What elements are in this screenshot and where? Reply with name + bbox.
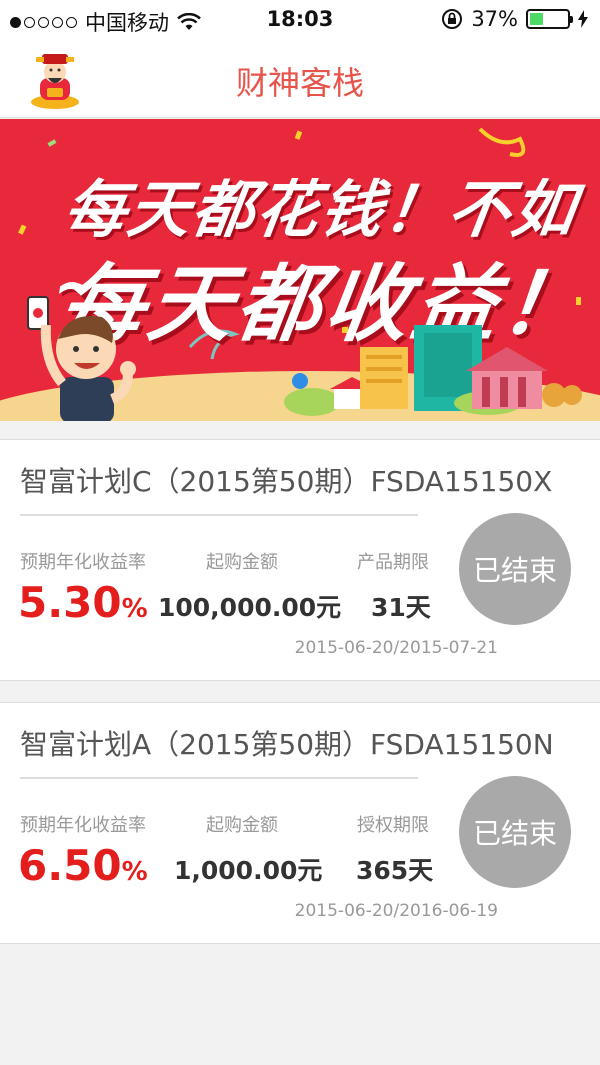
term-value: 31天 — [371, 593, 431, 622]
rate-unit: % — [121, 857, 148, 887]
rotation-lock-icon — [442, 9, 463, 29]
app-header: 财神客栈 — [0, 40, 600, 118]
rate-number: 6.50 — [18, 841, 122, 890]
product-title: 智富计划A（2015第50期）FSDA15150N — [20, 728, 554, 761]
page-title: 财神客栈 — [235, 64, 364, 102]
status-badge[interactable]: 已结束 — [459, 776, 571, 888]
term-value: 365天 — [356, 856, 434, 885]
amount-value: 1,000.00元 — [174, 856, 323, 885]
cartoon-man-illustration — [27, 296, 136, 421]
status-bar: 中国移动 18:03 37% — [0, 0, 600, 40]
rate-number: 5.30 — [18, 578, 122, 627]
amount-label: 起购金额 — [206, 552, 278, 573]
rate-unit: % — [121, 594, 148, 624]
rate-value: 5.30% — [18, 578, 148, 627]
amount-label: 起购金额 — [206, 815, 278, 836]
amount-value: 100,000.00元 — [158, 593, 342, 622]
charging-icon — [578, 10, 588, 28]
product-title: 智富计划C（2015第50期）FSDA15150X — [20, 465, 553, 498]
rate-label: 预期年化收益率 — [20, 815, 146, 836]
card-divider — [20, 777, 418, 779]
rate-label: 预期年化收益率 — [20, 552, 146, 573]
product-card[interactable]: 智富计划A（2015第50期）FSDA15150N 预期年化收益率 起购金额 授… — [0, 702, 600, 944]
term-label: 授权期限 — [357, 815, 429, 836]
battery-icon — [526, 9, 573, 29]
product-card[interactable]: 智富计划C（2015第50期）FSDA15150X 预期年化收益率 起购金额 产… — [0, 439, 600, 681]
status-right: 37% — [441, 7, 588, 31]
term-label: 产品期限 — [357, 552, 429, 573]
date-range: 2015-06-20/2016-06-19 — [294, 901, 498, 921]
card-divider — [20, 514, 418, 516]
rate-value: 6.50% — [18, 841, 148, 890]
date-range: 2015-06-20/2015-07-21 — [294, 638, 498, 658]
battery-percent: 37% — [471, 7, 518, 31]
status-badge[interactable]: 已结束 — [459, 513, 571, 625]
promo-banner[interactable]: 每天都花钱！不如~ 每天都收益！ — [0, 119, 600, 421]
